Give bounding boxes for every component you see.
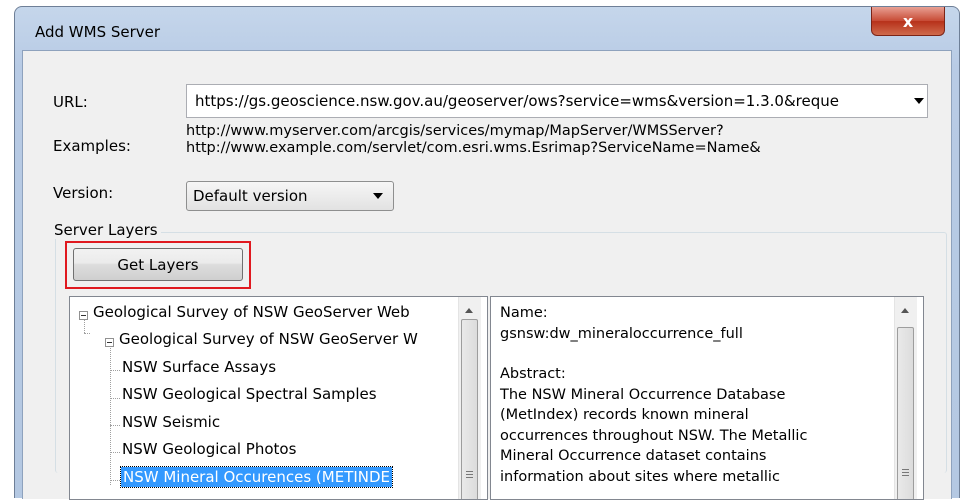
tree-connector [110, 452, 120, 453]
example-url-1: http://www.myserver.com/arcgis/services/… [186, 123, 724, 139]
scroll-thumb[interactable] [461, 319, 478, 499]
grip-line [466, 471, 473, 472]
tree-node-layer[interactable]: NSW Geological Spectral Samples [122, 385, 377, 403]
grip-line [902, 469, 909, 470]
tree-scrollbar[interactable] [458, 297, 481, 499]
collapse-icon[interactable] [79, 311, 88, 320]
abstract-line: occurrences throughout NSW. The Metallic [500, 427, 808, 444]
tree-node-layer-selected[interactable]: NSW Mineral Occurences (METINDE [119, 466, 394, 488]
tree-node-layer[interactable]: NSW Seismic [122, 413, 220, 431]
grip-line [466, 477, 473, 478]
window-title: Add WMS Server [35, 23, 161, 41]
version-dropdown[interactable]: Default version [186, 181, 394, 211]
url-input[interactable]: https://gs.geoscience.nsw.gov.au/geoserv… [195, 92, 895, 110]
abstract-line: Mineral Occurrence dataset contains [500, 448, 767, 464]
get-layers-button[interactable]: Get Layers [73, 248, 243, 281]
grip-line [902, 475, 909, 476]
scroll-up-icon[interactable] [465, 308, 473, 313]
tree-node-layer[interactable]: NSW Surface Assays [122, 358, 276, 376]
layer-details-panel: Name: gsnsw:dw_mineraloccurrence_full Ab… [490, 296, 924, 500]
tree-connector [84, 333, 90, 334]
chevron-down-icon[interactable] [914, 98, 924, 104]
scroll-thumb[interactable] [897, 327, 914, 499]
tree-connector [110, 345, 111, 485]
version-label: Version: [53, 184, 114, 202]
abstract-line: (MetIndex) records known mineral [500, 407, 749, 423]
name-value: gsnsw:dw_mineraloccurrence_full [500, 325, 743, 342]
screenshot-frame: Add WMS Server x URL: https://gs.geoscie… [0, 0, 976, 500]
name-label: Name: [500, 305, 548, 321]
tree-connector [110, 370, 120, 371]
layers-tree[interactable]: Geological Survey of NSW GeoServer Web G… [69, 296, 488, 500]
close-button[interactable]: x [871, 7, 945, 36]
tree-node-root[interactable]: Geological Survey of NSW GeoServer Web [93, 303, 410, 321]
server-layers-label: Server Layers [51, 221, 161, 239]
grip-line [902, 472, 909, 473]
url-label: URL: [53, 93, 88, 111]
dialog-client-area: URL: https://gs.geoscience.nsw.gov.au/ge… [22, 50, 952, 500]
tree-connector [110, 480, 120, 481]
tree-node-service[interactable]: Geological Survey of NSW GeoServer W [119, 330, 418, 348]
collapse-icon[interactable] [105, 338, 114, 347]
abstract-line: The NSW Mineral Occurrence Database [500, 386, 786, 403]
examples-label: Examples: [53, 137, 131, 155]
tree-connector [110, 425, 120, 426]
example-url-2: http://www.example.com/servlet/com.esri.… [186, 140, 761, 156]
grip-line [466, 474, 473, 475]
abstract-line: information about sites where metallic [500, 468, 780, 485]
layer-details-text: Name: gsnsw:dw_mineraloccurrence_full Ab… [500, 303, 875, 487]
scroll-up-icon[interactable] [901, 308, 909, 313]
tree-connector [110, 398, 120, 399]
close-icon: x [902, 11, 914, 31]
tree-node-layer[interactable]: NSW Geological Photos [122, 440, 296, 458]
url-combobox[interactable]: https://gs.geoscience.nsw.gov.au/geoserv… [186, 84, 928, 118]
chevron-down-icon[interactable] [373, 193, 383, 199]
get-layers-label: Get Layers [117, 255, 199, 274]
version-value: Default version [193, 187, 308, 205]
dialog-window: Add WMS Server x URL: https://gs.geoscie… [14, 6, 960, 500]
abstract-label: Abstract: [500, 366, 566, 382]
details-scrollbar[interactable] [894, 297, 917, 499]
examples-text: http://www.myserver.com/arcgis/services/… [186, 123, 761, 157]
